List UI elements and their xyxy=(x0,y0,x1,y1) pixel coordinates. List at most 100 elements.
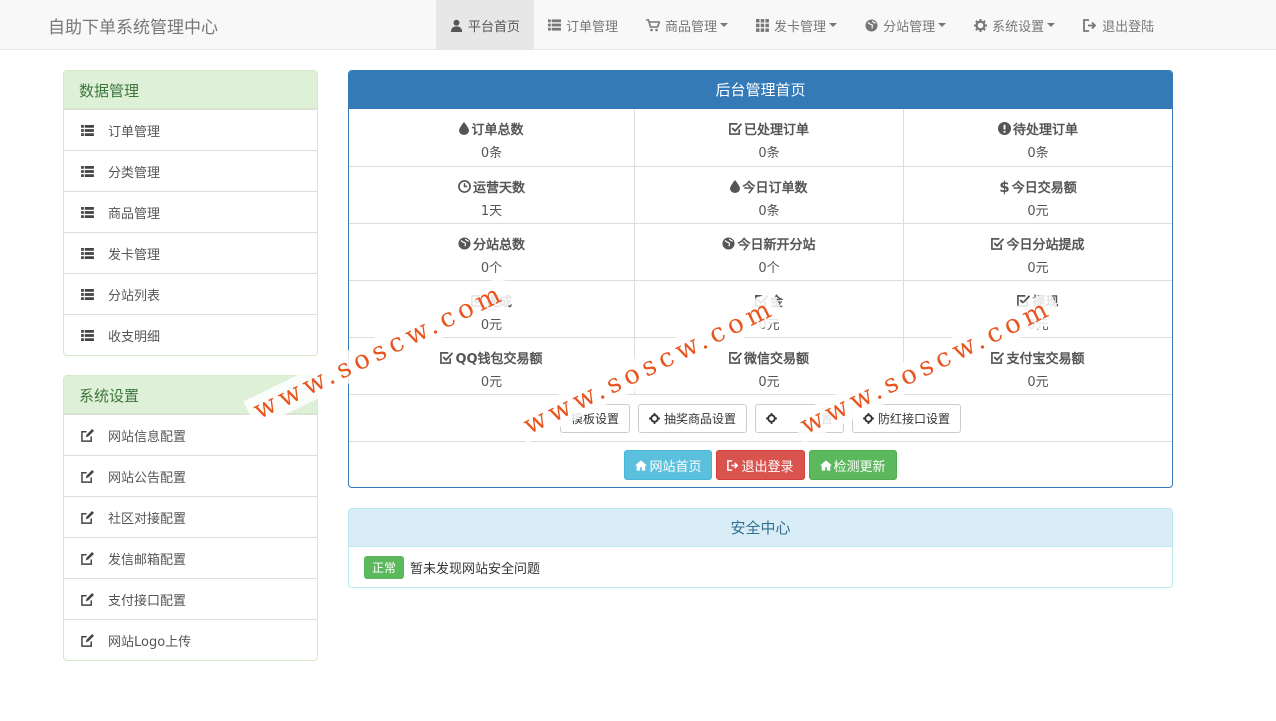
dashboard-title: 后台管理首页 xyxy=(349,71,1172,109)
stat-today-orders: 今日订单数 0条 xyxy=(634,166,903,223)
sidebar-item-orders[interactable]: 订单管理 xyxy=(64,109,317,150)
caret-icon xyxy=(829,23,838,27)
gear-icon xyxy=(648,412,660,424)
data-management-title: 数据管理 xyxy=(64,71,317,109)
stat-qq-wallet: QQ钱包交易额 0元 xyxy=(349,337,634,394)
action-button-row: 网站首页 退出登录 检测更新 xyxy=(349,441,1172,487)
sidebar-item-community[interactable]: 社区对接配置 xyxy=(64,496,317,537)
edit-icon xyxy=(80,633,94,647)
settings-button-row: 模板设置 抽奖商品设置 置 防红接口设置 xyxy=(349,394,1172,441)
security-status: 正常 暂未发现网站安全问题 xyxy=(349,547,1172,587)
sidebar-item-site-info[interactable]: 网站信息配置 xyxy=(64,414,317,455)
check-icon xyxy=(440,352,454,364)
stat-wechat: 微信交易额 0元 xyxy=(634,337,903,394)
other-settings-button[interactable]: 置 xyxy=(755,403,845,433)
stat-operating-days: 运营天数 1天 xyxy=(349,166,634,223)
status-badge: 正常 xyxy=(364,556,405,579)
edit-icon xyxy=(80,551,94,565)
user-icon xyxy=(450,19,463,32)
stat-total-orders: 订单总数 0条 xyxy=(349,109,634,166)
sidebar-item-payment[interactable]: 支付接口配置 xyxy=(64,578,317,619)
stat-alipay: 支付宝交易额 0元 xyxy=(903,337,1172,394)
list-icon xyxy=(80,165,94,177)
check-icon xyxy=(991,352,1005,364)
tint-icon xyxy=(459,122,470,135)
stat-total-substations: 分站总数 0个 xyxy=(349,223,634,280)
sidebar-item-cards[interactable]: 发卡管理 xyxy=(64,232,317,273)
stats-grid: 订单总数 0条 已处理订单 0条 待处理订单 0条 运营天数 1天 今日订单数 … xyxy=(349,109,1172,394)
edit-icon xyxy=(80,592,94,606)
check-icon xyxy=(729,123,742,135)
nav-item-orders[interactable]: 订单管理 xyxy=(534,0,632,50)
edit-icon xyxy=(80,469,94,483)
navbar: 自助下单系统管理中心 平台首页 订单管理 商品管理 发卡管理 分站管理 系统设置 xyxy=(0,0,1276,50)
sidebar-item-products[interactable]: 商品管理 xyxy=(64,191,317,232)
nav-item-home[interactable]: 平台首页 xyxy=(436,0,535,50)
stat-commission: 提成 0元 xyxy=(349,280,634,337)
grid-icon xyxy=(756,18,769,32)
logout-icon xyxy=(1083,18,1097,32)
check-icon xyxy=(471,295,484,307)
sidebar-item-substation-list[interactable]: 分站列表 xyxy=(64,273,317,314)
sidebar-item-logo-upload[interactable]: 网站Logo上传 xyxy=(64,619,317,660)
sidebar-item-mail[interactable]: 发信邮箱配置 xyxy=(64,537,317,578)
stat-withdrawal: 提现 0元 xyxy=(903,280,1172,337)
gear-icon xyxy=(766,412,777,424)
list-icon xyxy=(80,124,94,136)
globe-icon xyxy=(722,237,736,250)
brand-title[interactable]: 自助下单系统管理中心 xyxy=(48,13,218,38)
list-icon xyxy=(80,329,94,341)
nav-item-substations[interactable]: 分站管理 xyxy=(851,0,960,50)
nav-item-cards[interactable]: 发卡管理 xyxy=(742,0,851,50)
caret-icon xyxy=(720,23,729,27)
stat-processed-orders: 已处理订单 0条 xyxy=(634,109,903,166)
gear-icon xyxy=(863,412,875,424)
security-message: 暂未发现网站安全问题 xyxy=(410,562,541,577)
caret-icon xyxy=(1047,23,1056,27)
sidebar-item-announcement[interactable]: 网站公告配置 xyxy=(64,455,317,496)
check-update-button[interactable]: 检测更新 xyxy=(808,450,897,480)
home-icon xyxy=(635,459,648,471)
nav-item-logout[interactable]: 退出登陆 xyxy=(1069,0,1168,50)
logout-button[interactable]: 退出登录 xyxy=(716,450,805,480)
check-icon xyxy=(1017,295,1031,307)
security-center-title: 安全中心 xyxy=(349,509,1172,547)
stat-today-substation-commission: 今日分站提成 0元 xyxy=(903,223,1172,280)
list-icon xyxy=(80,247,94,259)
system-settings-panel: 系统设置 网站信息配置 网站公告配置 社区对接配置 发信邮箱配置 支付接口配置 … xyxy=(63,375,318,661)
exclamation-icon xyxy=(997,122,1011,135)
nav-item-settings[interactable]: 系统设置 xyxy=(960,0,1069,50)
anti-red-settings-button[interactable]: 防红接口设置 xyxy=(852,403,962,433)
tint-icon xyxy=(730,180,741,193)
sidebar-item-categories[interactable]: 分类管理 xyxy=(64,150,317,191)
check-icon xyxy=(755,295,768,307)
cart-icon xyxy=(646,18,661,31)
check-icon xyxy=(991,238,1005,250)
list-icon xyxy=(548,19,562,31)
dollar-icon: $ xyxy=(999,177,1010,196)
edit-icon xyxy=(80,510,94,524)
globe-icon xyxy=(458,237,471,250)
clock-icon xyxy=(458,180,471,193)
site-home-button[interactable]: 网站首页 xyxy=(624,450,713,480)
caret-icon xyxy=(938,23,947,27)
gear-icon xyxy=(974,18,988,32)
stat-today-revenue: $ 今日交易额 0元 xyxy=(903,166,1172,223)
sidebar-item-finance[interactable]: 收支明细 xyxy=(64,314,317,355)
check-icon xyxy=(729,352,742,364)
stat-funds: 金 0元 xyxy=(634,280,903,337)
template-settings-button[interactable]: 模板设置 xyxy=(559,403,630,433)
list-icon xyxy=(80,206,94,218)
list-icon xyxy=(80,288,94,300)
nav-item-products[interactable]: 商品管理 xyxy=(632,0,742,50)
nav-menu: 平台首页 订单管理 商品管理 发卡管理 分站管理 系统设置 退出登陆 xyxy=(436,0,1168,50)
lottery-settings-button[interactable]: 抽奖商品设置 xyxy=(637,403,747,433)
system-settings-title: 系统设置 xyxy=(64,376,317,414)
edit-icon xyxy=(80,428,94,442)
data-management-panel: 数据管理 订单管理 分类管理 商品管理 发卡管理 分站列表 收支明细 xyxy=(63,70,318,356)
stat-pending-orders: 待处理订单 0条 xyxy=(903,109,1172,166)
home-icon xyxy=(819,459,832,471)
stat-today-new-substations: 今日新开分站 0个 xyxy=(634,223,903,280)
globe-icon xyxy=(865,18,878,32)
security-center-panel: 安全中心 正常 暂未发现网站安全问题 xyxy=(348,508,1173,588)
